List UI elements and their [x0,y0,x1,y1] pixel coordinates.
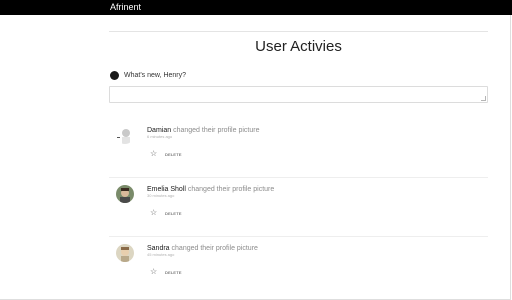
avatar [116,185,134,203]
delete-button[interactable]: DELETE [165,152,182,157]
activity-action: changed their profile picture [171,245,258,252]
user-name-link[interactable]: Sandra [147,245,170,252]
brand-link[interactable]: Afrinent [110,2,141,13]
current-user-avatar [110,71,119,80]
star-icon[interactable]: ☆ [150,209,158,217]
activity-action: changed their profile picture [173,127,260,134]
divider [109,236,488,237]
user-name-link[interactable]: Emelia Sholl [147,186,186,193]
activity-timestamp: 6 minutes ago [147,134,173,139]
divider [109,31,488,32]
avatar [116,126,134,144]
star-icon[interactable]: ☆ [150,150,158,158]
activity-action: changed their profile picture [187,186,275,193]
page-title: User Activies [255,38,342,55]
status-textarea[interactable] [109,86,488,103]
divider [109,177,488,178]
activity-item: Emelia Sholl changed their profile pictu… [109,179,488,237]
delete-button[interactable]: DELETE [165,211,182,216]
activity-item: Damian changed their profile picture 6 m… [109,120,488,178]
resize-handle[interactable] [481,96,486,101]
top-navbar: Afrinent [0,0,512,15]
activity-item: Sandra changed their profile picture 45 … [109,238,488,296]
delete-button[interactable]: DELETE [165,270,182,275]
activity-timestamp: 30 minutes ago [147,193,175,198]
user-name-link[interactable]: Damian [147,127,171,134]
star-icon[interactable]: ☆ [150,268,158,276]
activity-timestamp: 45 minutes ago [147,252,175,257]
composer-prompt: What's new, Henry? [124,72,187,79]
avatar [116,244,134,262]
